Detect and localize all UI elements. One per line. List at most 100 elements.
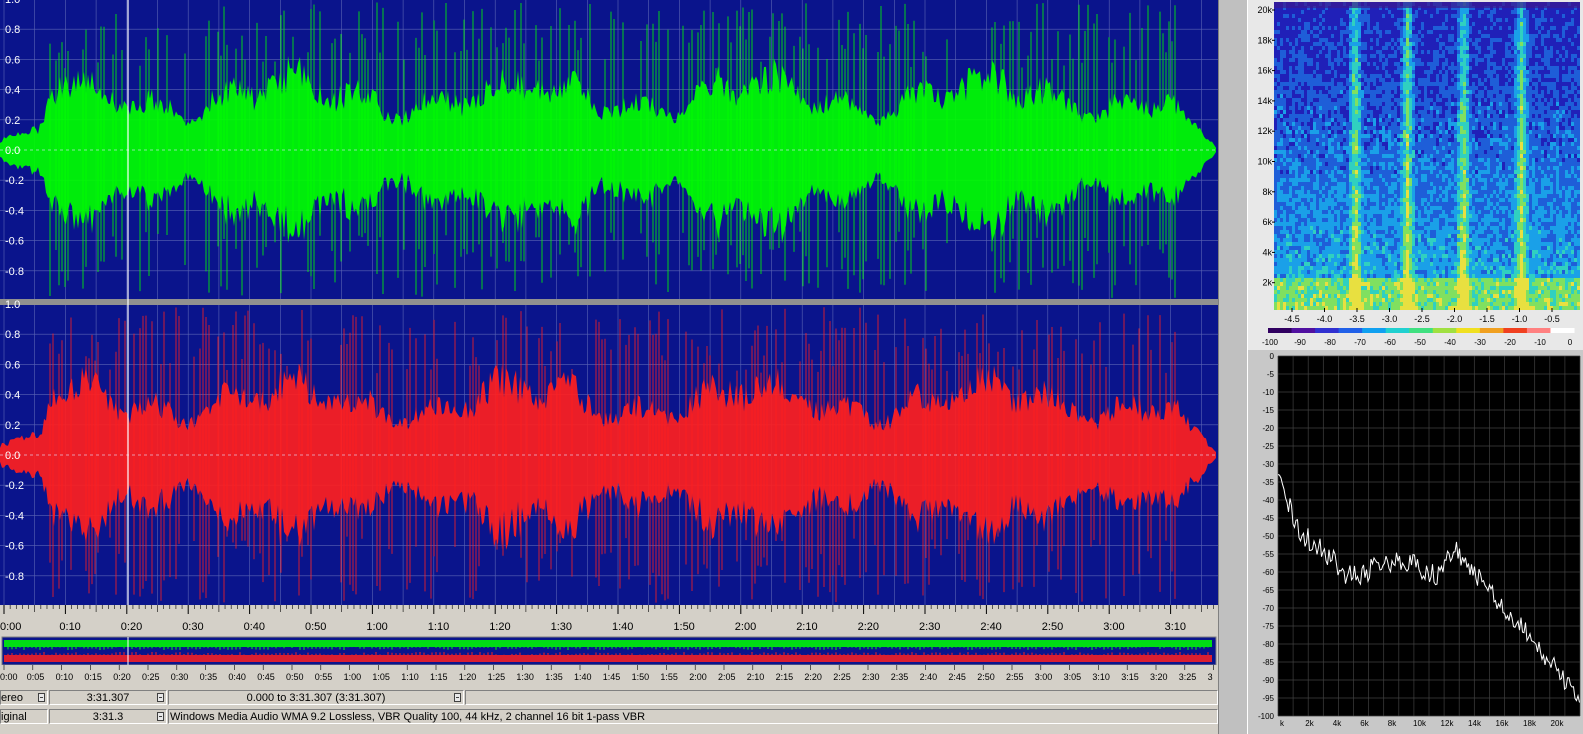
spectrogram-cell [1301,82,1304,86]
spectrogram-cell [1337,154,1340,158]
spectrogram-cell [1331,126,1334,130]
spectrogram-cell [1358,10,1361,14]
spectrogram-cell [1361,286,1364,290]
spectrogram-cell [1295,94,1298,98]
spectrogram-cell [1394,282,1397,286]
spectrogram-cell [1295,18,1298,22]
waveform-display[interactable]: 1.00.80.60.40.20.0-0.2-0.4-0.6-0.81.00.8… [0,0,1218,734]
spectrogram-cell [1334,74,1337,78]
spectrogram-cell [1319,34,1322,38]
spectrogram-cell [1280,246,1283,250]
spectrogram-cell [1289,74,1292,78]
spectrogram-cell [1373,218,1376,222]
spectrogram-cell [1367,206,1370,210]
spectrogram-cell [1316,238,1319,242]
spectrogram-cell [1325,262,1328,266]
spectrogram-cell [1274,130,1277,134]
spectrogram-cell [1310,58,1313,62]
spectrogram-cell [1316,278,1319,282]
spectrogram-cell [1313,10,1316,14]
spectrogram-cell [1409,102,1412,106]
spectrogram-cell [1274,258,1277,262]
spectrogram-cell [1352,78,1355,82]
selection-field[interactable]: 0.000 to 3:31.307 (3:31.307) [168,690,464,705]
spectrogram-cell [1292,158,1295,162]
spectrogram-cell [1376,166,1379,170]
spectrogram-cell [1409,110,1412,114]
spectrogram-cell [1313,126,1316,130]
spectrogram-cell [1358,158,1361,162]
spectrogram-cell [1406,298,1409,302]
spectrogram-cell [1400,174,1403,178]
selection-menu-icon[interactable] [454,693,461,702]
spectrogram-cell [1397,230,1400,234]
spectrogram-cell [1391,142,1394,146]
spectrogram-cell [1289,190,1292,194]
spectrogram-cell [1400,186,1403,190]
spectrogram-cell [1325,58,1328,62]
mode-menu-icon[interactable] [38,693,45,702]
spectrogram-cell [1340,58,1343,62]
spectrogram-cell [1319,298,1322,302]
spectrogram-cell [1310,158,1313,162]
original-label-field[interactable]: iginal [0,709,48,724]
length-field[interactable]: 3:31.307 [49,690,167,705]
spectrogram-cell [1340,266,1343,270]
spectrogram-cell [1364,174,1367,178]
spectrogram-cell [1328,306,1331,310]
spectrogram-cell [1376,234,1379,238]
spectrogram-cell [1304,266,1307,270]
spectrogram-cell [1292,238,1295,242]
spectrogram-cell [1328,202,1331,206]
spectrogram-cell [1409,126,1412,130]
spectrogram-cell [1346,266,1349,270]
spectrogram-cell [1349,14,1352,18]
spectrogram-cell [1313,98,1316,102]
spectrogram-cell [1355,222,1358,226]
spectrogram-cell [1340,54,1343,58]
spectrogram-cell [1340,270,1343,274]
spectrogram-cell [1337,26,1340,30]
panel-splitter[interactable] [1218,0,1248,734]
length-menu-icon[interactable] [157,693,164,702]
spectrogram-cell [1277,106,1280,110]
spectrogram-cell [1313,94,1316,98]
waveform-panel[interactable]: 1.0 0.8 0.6 0.4 0.2 0.0 -0.2 -0.4 -0.6 -0.8 1.0 0.8… [0,0,1218,734]
spectrogram-cell [1304,78,1307,82]
spectrogram-cell [1301,286,1304,290]
spectrogram-cell [1277,230,1280,234]
spectrogram-cell [1313,58,1316,62]
spectrogram-cell [1313,138,1316,142]
spectrogram-cell [1406,274,1409,278]
spectrogram-cell [1298,290,1301,294]
spectrogram-cell [1310,14,1313,18]
spectrogram-cell [1289,106,1292,110]
spectrogram-cell [1367,190,1370,194]
spectrogram-cell [1313,102,1316,106]
spectrogram-cell [1379,42,1382,46]
spectrogram-cell [1286,206,1289,210]
spectrogram-cell [1274,62,1277,66]
spectrogram-cell [1358,202,1361,206]
channel-mode-field[interactable]: ereo [0,690,48,705]
spectrogram-cell [1394,110,1397,114]
original-length-field[interactable]: 3:31.3 [49,709,167,724]
spectrogram-image[interactable] [1274,2,1580,310]
spectrogram-cell [1391,102,1394,106]
spectrogram-cell [1352,274,1355,278]
spectrogram-cell [1304,202,1307,206]
spectrogram-cell [1286,286,1289,290]
spectrogram-cell [1280,78,1283,82]
spectrogram-cell [1283,182,1286,186]
spectrogram-cell [1340,178,1343,182]
spectrogram-cell [1358,262,1361,266]
spectrogram-cell [1346,218,1349,222]
spectrogram-cell [1367,102,1370,106]
original-length-menu-icon[interactable] [157,712,164,721]
spectrogram-cell [1379,226,1382,230]
spectrogram-cell [1337,106,1340,110]
spectrogram-cell [1370,22,1373,26]
spectrogram-cell [1361,106,1364,110]
spectrogram-cell [1409,274,1412,278]
spectrogram-cell [1274,306,1277,310]
